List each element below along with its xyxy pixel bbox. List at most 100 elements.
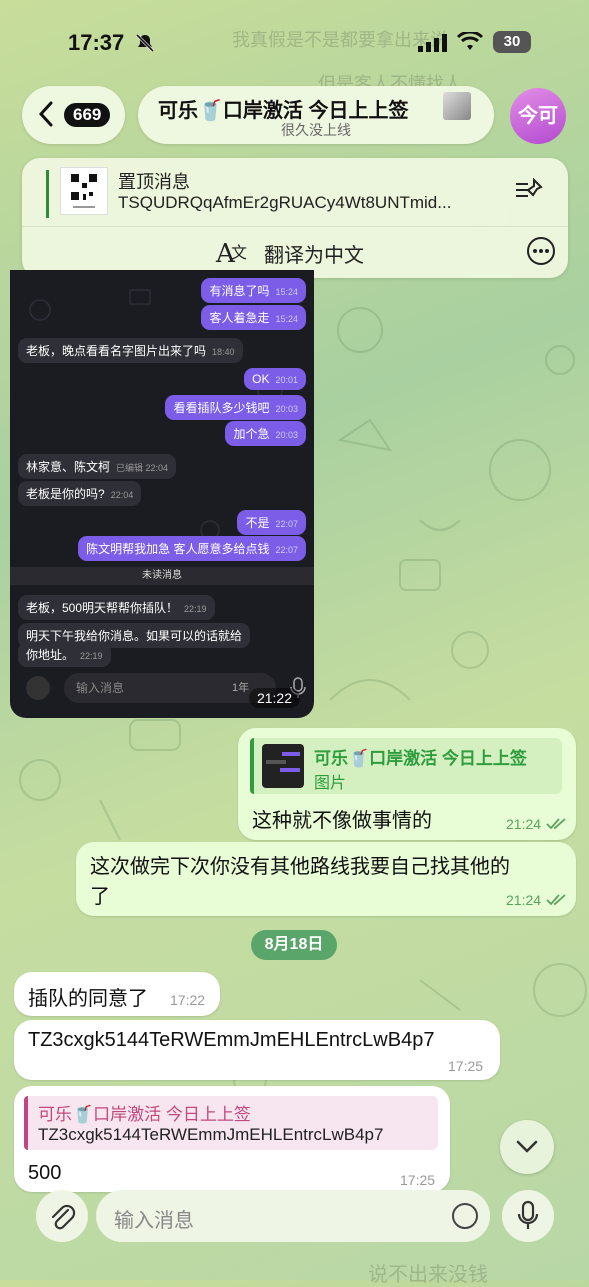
screenshot-message-time: 22:07 <box>275 545 298 555</box>
screenshot-message-time: 22:19 <box>80 651 103 661</box>
reply-bar <box>250 738 254 794</box>
screenshot-message-outgoing: 不是 22:07 <box>237 510 306 535</box>
message-text: TZ3cxgk5144TeRWEmmJmEHLEntrcLwB4p7 <box>28 1029 435 1051</box>
ghost-message-bottom: 说不出来没钱 <box>368 1264 488 1286</box>
screenshot-message-incoming: 老板，500明天帮帮你插队！ 22:19 <box>18 595 215 620</box>
message-time: 21:24 <box>506 892 542 908</box>
sticker-icon[interactable] <box>451 1202 479 1230</box>
screenshot-message-outgoing: 陈文明帮我加急 客人愿意多给点钱 22:07 <box>78 536 306 561</box>
translate-icon: A 文 <box>215 239 247 269</box>
screenshot-message-time: 15:24 <box>275 314 298 324</box>
screenshot-message-time: 22:04 <box>110 490 134 500</box>
screenshot-input-extra: 1年 <box>232 682 250 694</box>
pinned-title: 置顶消息 <box>118 172 190 192</box>
screenshot-message-outgoing: 看看插队多少钱吧 20:03 <box>165 395 306 420</box>
screenshot-message-incoming: 老板，晚点看看名字图片出来了吗 18:40 <box>18 338 243 363</box>
chevron-left-icon <box>38 101 53 127</box>
screenshot-message-incoming: 林家意、陈文柯 已编辑 22:04 <box>18 454 177 479</box>
message-text-line1: 这次做完下次你没有其他路线我要自己找其他的 <box>90 856 510 878</box>
screenshot-message-text: 客人着急走 <box>209 311 270 325</box>
image-timestamp: 21:22 <box>248 688 300 708</box>
wifi-icon <box>457 32 483 50</box>
voice-record-button[interactable] <box>502 1190 554 1242</box>
screenshot-message-text: 加个急 <box>233 427 270 441</box>
pinned-indicator-bar <box>46 170 49 218</box>
message-text-line2: 了 <box>90 886 110 908</box>
message-bubble-outgoing[interactable]: 可乐🥤口岸激活 今日上上签 图片 这种就不像做事情的 21:24 <box>238 728 576 840</box>
reply-image-thumbnail <box>262 744 304 788</box>
back-button[interactable]: 669 <box>22 86 125 144</box>
screenshot-message-incoming: 你地址。 22:19 <box>18 642 111 667</box>
message-bubble-incoming[interactable]: TZ3cxgk5144TeRWEmmJmEHLEntrcLwB4p7 17:25 <box>14 1020 500 1080</box>
pinned-message-text: TSQUDRQqAfmEr2gRUACy4Wt8UNTmid... <box>118 193 452 212</box>
screenshot-message-time: 22:19 <box>184 604 207 614</box>
screenshot-message-text: 林家意、陈文柯 <box>26 460 111 474</box>
unread-count-badge: 669 <box>64 103 111 127</box>
chevron-down-icon <box>516 1140 538 1153</box>
pin-list-icon[interactable] <box>514 178 544 204</box>
screenshot-attach-icon <box>26 676 50 700</box>
screenshot-message-outgoing: OK 20:01 <box>244 368 306 390</box>
message-bubble-incoming[interactable]: 插队的同意了 17:22 <box>14 972 220 1016</box>
status-time: 17:37 <box>68 30 125 55</box>
date-separator: 8月18日 <box>251 930 337 960</box>
reply-sender-name: 可乐🥤口岸激活 今日上上签 <box>38 1105 251 1124</box>
qr-code-thumbnail <box>60 167 108 215</box>
message-bubble-incoming[interactable]: 可乐🥤口岸激活 今日上上签 TZ3cxgk5144TeRWEmmJmEHLEnt… <box>14 1086 450 1192</box>
reply-sender-name: 可乐🥤口岸激活 今日上上签 <box>314 749 527 768</box>
message-time: 21:24 <box>506 816 542 832</box>
screenshot-message-incoming: 老板是你的吗? 22:04 <box>18 481 142 506</box>
screenshot-message-time: 已编辑 22:04 <box>116 463 169 473</box>
reply-preview[interactable]: 可乐🥤口岸激活 今日上上签 TZ3cxgk5144TeRWEmmJmEHLEnt… <box>24 1096 438 1150</box>
pinned-divider <box>22 226 568 227</box>
svg-text:文: 文 <box>231 243 247 262</box>
title-avatar-thumbnail <box>443 92 471 120</box>
chat-title: 可乐🥤口岸激活 今日上上签 <box>158 100 409 122</box>
more-options-icon[interactable] <box>526 236 556 266</box>
attach-button[interactable] <box>36 1190 88 1242</box>
screenshot-message-time: 18:40 <box>212 347 235 357</box>
screenshot-message-text: OK <box>252 372 270 386</box>
status-bar: 17:37 30 <box>0 0 589 80</box>
translate-button[interactable]: 翻译为中文 <box>264 239 364 268</box>
screenshot-message-text: 老板，500明天帮帮你插队！ <box>26 601 179 615</box>
screenshot-input-field: 输入消息 1年 <box>64 673 276 703</box>
message-input[interactable]: 输入消息 <box>96 1190 490 1242</box>
message-text: 插队的同意了 <box>28 988 148 1010</box>
reply-preview[interactable]: 可乐🥤口岸激活 今日上上签 图片 <box>250 738 562 794</box>
paperclip-icon <box>51 1204 76 1230</box>
message-text: 500 <box>28 1162 62 1184</box>
screenshot-message-text: 老板是你的吗? <box>26 487 105 501</box>
screenshot-message-outgoing: 客人着急走 15:24 <box>201 305 306 330</box>
reply-bar <box>24 1096 28 1150</box>
screenshot-image-message[interactable]: 有消息了吗 15:24 客人着急走 15:24 老板，晚点看看名字图片出来了吗 18:40… <box>10 270 314 718</box>
last-seen-status: 很久没上线 <box>281 122 351 138</box>
reply-sub-text: TZ3cxgk5144TeRWEmmJmEHLEntrcLwB4p7 <box>38 1125 384 1144</box>
screenshot-message-text: 明天下午我给你消息。如果可以的话就给 <box>26 629 243 643</box>
message-time: 17:25 <box>448 1058 484 1074</box>
signal-icon <box>418 34 447 52</box>
screenshot-message-time: 22:07 <box>275 519 298 529</box>
screenshot-message-text: 陈文明帮我加急 客人愿意多给点钱 <box>86 542 270 556</box>
screenshot-message-time: 20:01 <box>275 375 298 385</box>
screenshot-message-time: 20:03 <box>275 430 298 440</box>
pinned-message-panel[interactable]: 置顶消息 TSQUDRQqAfmEr2gRUACy4Wt8UNTmid... A… <box>22 158 568 278</box>
screenshot-message-time: 20:03 <box>275 404 298 414</box>
chat-title-button[interactable]: 可乐🥤口岸激活 今日上上签 很久没上线 <box>138 86 494 144</box>
screenshot-message-outgoing: 有消息了吗 15:24 <box>201 278 306 303</box>
screenshot-message-text: 老板，晚点看看名字图片出来了吗 <box>26 344 207 358</box>
read-checkmarks-icon <box>546 818 566 830</box>
message-bubble-outgoing[interactable]: 这次做完下次你没有其他路线我要自己找其他的 了 21:24 <box>76 842 576 916</box>
screenshot-message-text: 看看插队多少钱吧 <box>173 401 270 415</box>
unread-divider: 未读消息 <box>10 567 314 585</box>
screenshot-message-text: 不是 <box>245 516 270 530</box>
screenshot-message-text: 你地址。 <box>26 648 75 662</box>
message-input-placeholder: 输入消息 <box>114 1210 194 1232</box>
screenshot-message-text: 有消息了吗 <box>209 284 270 298</box>
screenshot-input-placeholder: 输入消息 <box>76 681 125 695</box>
message-text: 这种就不像做事情的 <box>252 810 432 832</box>
mute-bell-icon <box>135 33 155 53</box>
microphone-icon <box>517 1200 539 1229</box>
scroll-to-bottom-button[interactable] <box>500 1120 554 1174</box>
contact-avatar[interactable]: 今可 <box>510 88 566 144</box>
